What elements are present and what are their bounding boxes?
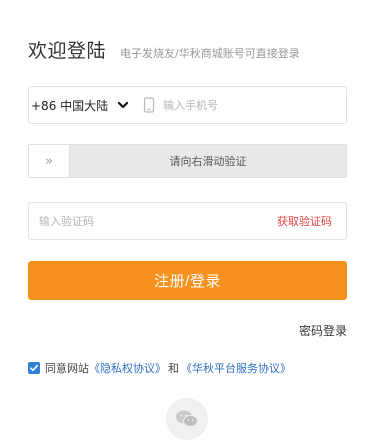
page-subtitle: 电子发烧友/华秋商城账号可直接登录: [120, 47, 300, 60]
page-title: 欢迎登陆: [28, 40, 107, 62]
register-login-button[interactable]: 注册/登录: [28, 261, 347, 300]
wechat-login-button[interactable]: [166, 398, 208, 440]
phone-row: +86 中国大陆: [28, 86, 347, 124]
chevron-down-icon: [117, 99, 129, 111]
agree-prefix: 同意网站: [45, 362, 89, 375]
verify-code-input[interactable]: [39, 214, 219, 228]
agree-checkbox[interactable]: [28, 362, 40, 374]
double-chevron-right-icon: »: [45, 153, 53, 169]
mobile-phone-icon: [143, 97, 155, 113]
country-select[interactable]: +86 中国大陆: [29, 87, 129, 123]
agreement-row: 同意网站 《隐私权协议》 和 《华秋平台服务协议》: [28, 360, 291, 376]
agree-and: 和: [168, 362, 179, 375]
phone-input[interactable]: [163, 98, 324, 112]
wechat-icon: [176, 410, 198, 427]
password-login-link[interactable]: 密码登录: [299, 322, 347, 339]
slider-handle[interactable]: »: [29, 145, 70, 177]
service-link[interactable]: 《华秋平台服务协议》: [181, 360, 291, 376]
checkmark-icon: [30, 364, 39, 372]
country-code-label: +86 中国大陆: [31, 98, 109, 113]
login-header: 欢迎登陆 电子发烧友/华秋商城账号可直接登录: [28, 36, 300, 66]
get-code-button[interactable]: 获取验证码: [277, 213, 332, 229]
slide-verify: » 请向右滑动验证: [28, 144, 347, 178]
code-row: 获取验证码: [28, 202, 347, 240]
privacy-link[interactable]: 《隐私权协议》: [89, 360, 166, 376]
slider-hint: 请向右滑动验证: [169, 155, 247, 168]
